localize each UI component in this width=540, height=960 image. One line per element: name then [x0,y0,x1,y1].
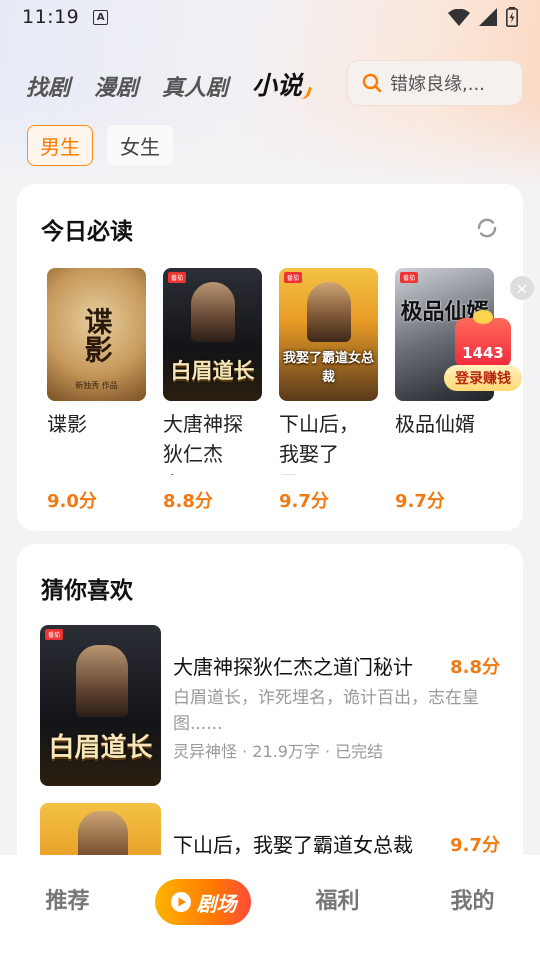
list-item-meta: 灵异神怪 · 21.9万字 · 已完结 [173,742,384,761]
list-item-score: 8.8分 [450,657,500,678]
book-card[interactable]: 谍影 新独秀 作品 谍影 9.0分 [47,268,146,513]
gender-filter: 男生 女生 [27,125,173,166]
tab-novel-label: 小说 [252,72,303,100]
publisher-tag: 番茄 [400,272,419,283]
content-type-tabs: 找剧 漫剧 真人剧 小说 [26,66,313,102]
notification-icon: A [93,9,109,25]
book-cover: 谍影 新独秀 作品 [47,268,146,401]
book-title: 大唐神探狄仁杰之... [163,412,243,475]
cover-author: 新独秀 作品 [75,381,118,390]
cover-title: 白眉道长 [48,733,153,763]
red-packet-promo[interactable]: 1443 [455,310,511,368]
status-bar: 11:19 A [0,0,540,34]
nav-theater-label: 剧场 [196,891,237,916]
gender-tab-female[interactable]: 女生 [107,125,173,166]
book-card[interactable]: 番茄 白眉道长 大唐神探狄仁杰之... 8.8分 [163,268,262,513]
battery-icon [506,7,518,27]
cellular-signal-icon [479,8,497,26]
section-title: 今日必读 [41,219,133,245]
book-score: 8.8分 [163,491,213,512]
search-box[interactable]: 错嫁良缘,... [347,60,523,106]
publisher-tag: 番茄 [168,272,187,283]
list-item-title: 下山后，我娶了霸道女总裁 [173,833,413,857]
search-icon [362,73,382,93]
red-packet-count: 1443 [462,344,504,362]
play-icon [170,892,191,912]
login-earn-button[interactable]: 登录赚钱 [444,365,522,391]
book-score: 9.7分 [395,491,445,512]
nav-theater-pill: 剧场 [154,879,251,925]
list-item-title: 大唐神探狄仁杰之道门秘计 [173,655,413,679]
tab-find-drama[interactable]: 找剧 [26,70,70,102]
refresh-icon[interactable] [475,216,499,240]
book-title: 谍影 [47,412,87,436]
today-must-read-card: 今日必读 谍影 新独秀 作品 谍影 9.0分 番茄 白眉道长 大唐神探狄仁杰之.… [17,184,523,531]
book-cover: 番茄 白眉道长 [163,268,262,401]
nav-theater[interactable]: 剧场 [135,879,270,925]
tab-novel[interactable]: 小说 [252,66,313,102]
book-card[interactable]: 番茄 我娶了霸道女总裁 下山后，我娶了霸... 9.7分 [279,268,378,513]
bottom-navigation: 推荐 剧场 福利 我的 [0,855,540,960]
status-time: 11:19 [22,6,80,28]
publisher-tag: 番茄 [284,272,303,283]
book-score: 9.7分 [279,491,329,512]
publisher-tag: 番茄 [45,629,64,640]
book-cover: 番茄 我娶了霸道女总裁 [279,268,378,401]
cover-title: 谍影 [80,306,114,363]
gender-tab-male[interactable]: 男生 [27,125,93,166]
tab-live-action[interactable]: 真人剧 [162,70,228,102]
nav-welfare[interactable]: 福利 [270,883,405,915]
nav-mine[interactable]: 我的 [405,883,540,915]
nav-recommend[interactable]: 推荐 [0,883,135,915]
list-item[interactable]: 番茄 白眉道长 大唐神探狄仁杰之道门秘计 8.8分 白眉道长，诈死埋名，诡计百出… [40,625,500,786]
book-row: 谍影 新独秀 作品 谍影 9.0分 番茄 白眉道长 大唐神探狄仁杰之... 8.… [47,268,494,513]
book-score: 9.0分 [47,491,97,512]
list-item-score: 9.7分 [450,835,500,856]
section-title: 猜你喜欢 [41,578,133,604]
tab-comic-drama[interactable]: 漫剧 [94,70,138,102]
search-suggestion-text: 错嫁良缘,... [390,74,485,95]
wifi-icon [448,8,470,26]
cover-title: 我娶了霸道女总裁 [282,351,374,385]
book-cover: 番茄 白眉道长 [40,625,161,786]
cover-figure [191,282,235,342]
promo-close-button[interactable]: × [510,276,534,300]
cover-title: 白眉道长 [170,358,255,383]
book-title: 下山后，我娶了霸... [279,412,359,475]
list-item-description: 白眉道长，诈死埋名，诡计百出，志在皇图...... [173,688,479,734]
cover-figure [76,645,128,717]
book-title: 极品仙婿 [395,412,475,436]
cover-figure [307,282,351,342]
